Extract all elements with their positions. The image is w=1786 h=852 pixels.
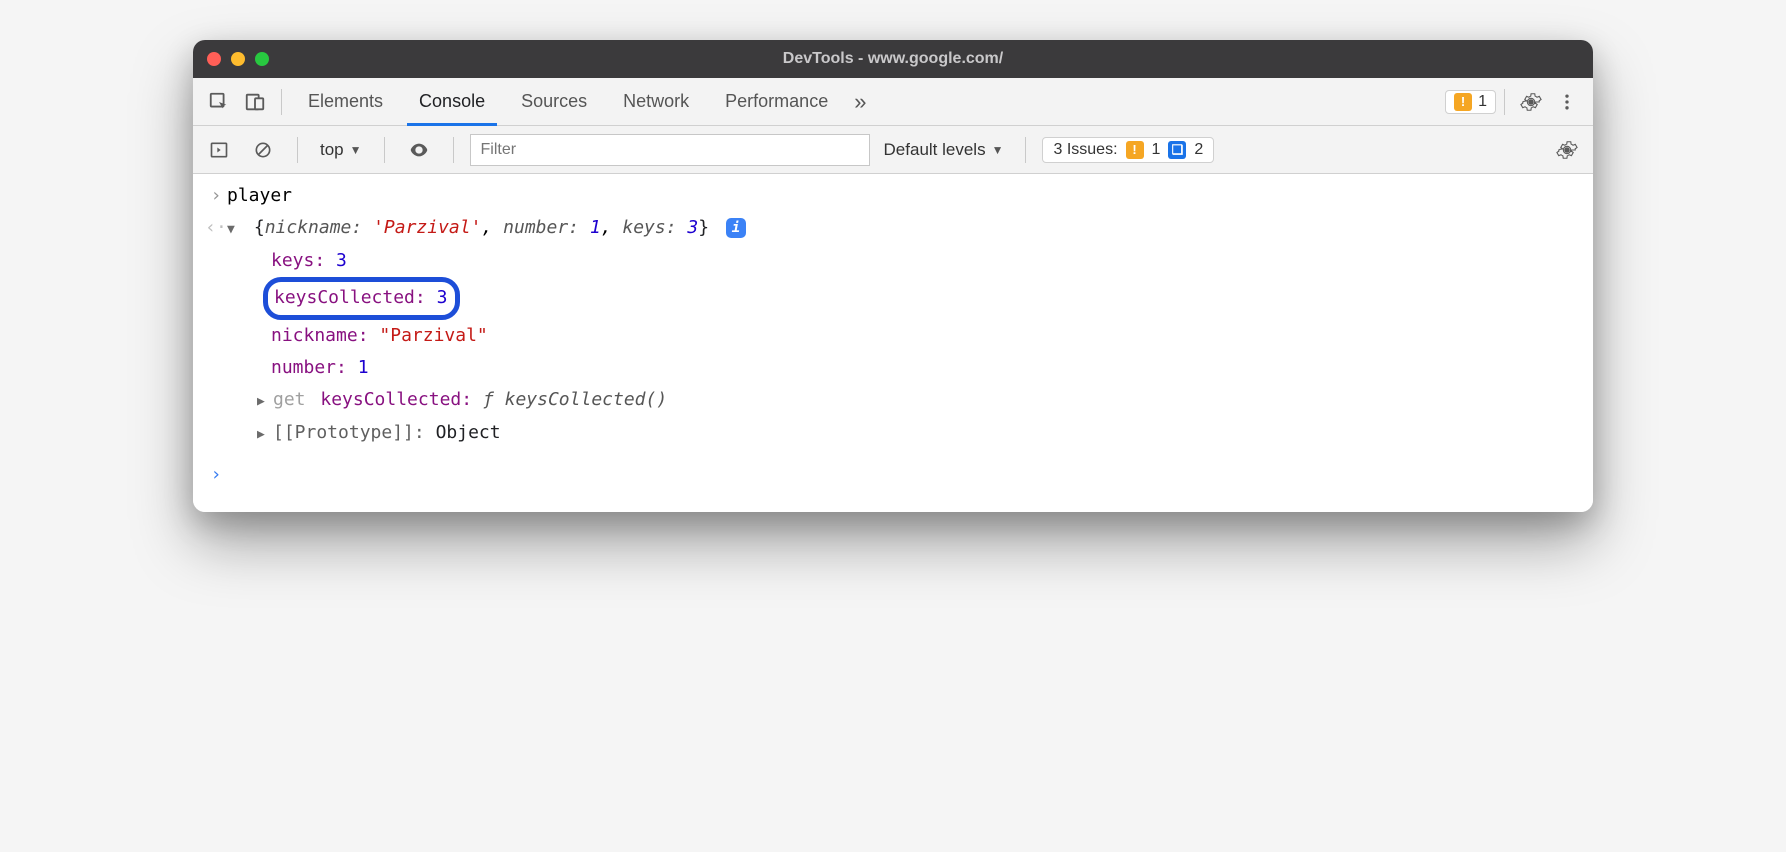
- divider: [1025, 137, 1026, 163]
- summary-value: 'Parzival': [373, 217, 481, 238]
- tab-sources[interactable]: Sources: [503, 78, 605, 125]
- summary-value: 3: [687, 217, 698, 238]
- prop-value: 1: [358, 357, 369, 378]
- object-getter[interactable]: get keysCollected: ƒ keysCollected(): [193, 384, 1593, 416]
- console-prompt-line[interactable]: ›: [193, 459, 1593, 491]
- divider: [297, 137, 298, 163]
- clear-console-icon[interactable]: [245, 132, 281, 168]
- inspect-icon[interactable]: [201, 84, 237, 120]
- info-icon: ❑: [1168, 141, 1186, 159]
- tab-network[interactable]: Network: [605, 78, 707, 125]
- proto-value: Object: [436, 422, 501, 443]
- tab-console[interactable]: Console: [401, 78, 503, 125]
- prop-value: "Parzival": [379, 325, 487, 346]
- console-settings-icon[interactable]: [1549, 132, 1585, 168]
- summary-key: number:: [503, 217, 579, 238]
- execution-context-select[interactable]: top ▼: [314, 140, 368, 160]
- object-prototype[interactable]: [[Prototype]]: Object: [193, 417, 1593, 449]
- prop-value: 3: [336, 250, 347, 271]
- object-property: nickname: "Parzival": [193, 320, 1593, 352]
- console-toolbar: top ▼ Default levels ▼ 3 Issues: ! 1 ❑ 2: [193, 126, 1593, 174]
- disclosure-icon[interactable]: [257, 423, 271, 437]
- divider: [1504, 89, 1505, 115]
- summary-value: 1: [590, 217, 601, 238]
- proto-key: [[Prototype]]: [273, 422, 414, 443]
- window-title: DevTools - www.google.com/: [193, 50, 1593, 68]
- input-marker-icon: ›: [205, 180, 227, 212]
- issues-info-count: 2: [1194, 141, 1203, 159]
- console-body: › player ‹· {nickname: 'Parzival', numbe…: [193, 174, 1593, 512]
- warning-count: 1: [1478, 93, 1487, 111]
- issues-button[interactable]: 3 Issues: ! 1 ❑ 2: [1042, 137, 1214, 163]
- settings-icon[interactable]: [1513, 84, 1549, 120]
- issues-label: 3 Issues:: [1053, 141, 1117, 159]
- prop-key: nickname: [271, 325, 358, 346]
- main-toolbar: Elements Console Sources Network Perform…: [193, 78, 1593, 126]
- window-titlebar: DevTools - www.google.com/: [193, 40, 1593, 78]
- live-expression-icon[interactable]: [401, 132, 437, 168]
- prompt-marker-icon: ›: [205, 459, 227, 491]
- disclosure-icon[interactable]: [257, 390, 271, 404]
- console-input-text: player: [227, 180, 1581, 212]
- warnings-badge[interactable]: ! 1: [1445, 90, 1496, 114]
- issues-warn-count: 1: [1152, 141, 1161, 159]
- highlight-annotation: keysCollected: 3: [263, 277, 460, 319]
- prop-key: keys: [271, 250, 314, 271]
- log-levels-select[interactable]: Default levels ▼: [878, 140, 1010, 160]
- getter-function: keysCollected(): [505, 389, 668, 410]
- context-label: top: [320, 140, 344, 160]
- disclosure-icon[interactable]: [227, 218, 241, 232]
- device-toolbar-icon[interactable]: [237, 84, 273, 120]
- kebab-menu-icon[interactable]: [1549, 84, 1585, 120]
- traffic-lights: [207, 52, 269, 66]
- dropdown-icon: ▼: [350, 143, 362, 157]
- more-tabs-icon[interactable]: »: [846, 89, 874, 115]
- minimize-icon[interactable]: [231, 52, 245, 66]
- summary-key: nickname:: [265, 217, 363, 238]
- filter-input[interactable]: [470, 134, 870, 166]
- tab-performance[interactable]: Performance: [707, 78, 846, 125]
- warning-icon: !: [1454, 93, 1472, 111]
- warning-icon: !: [1126, 141, 1144, 159]
- summary-key: keys:: [622, 217, 676, 238]
- tab-elements[interactable]: Elements: [290, 78, 401, 125]
- console-input-line: › player: [193, 180, 1593, 212]
- output-marker-icon: ‹·: [205, 212, 227, 244]
- object-property: number: 1: [193, 352, 1593, 384]
- levels-label: Default levels: [884, 140, 986, 160]
- prop-key: number: [271, 357, 336, 378]
- dropdown-icon: ▼: [992, 143, 1004, 157]
- divider: [453, 137, 454, 163]
- getter-name: keysCollected: [320, 389, 461, 410]
- console-output-line: ‹· {nickname: 'Parzival', number: 1, key…: [193, 212, 1593, 244]
- close-icon[interactable]: [207, 52, 221, 66]
- prop-key: keysCollected: [274, 287, 415, 308]
- prop-value: 3: [437, 287, 448, 308]
- object-property-highlighted: keysCollected: 3: [193, 277, 1593, 319]
- object-summary[interactable]: {nickname: 'Parzival', number: 1, keys: …: [227, 212, 1581, 244]
- devtools-window: DevTools - www.google.com/ Elements Cons…: [193, 40, 1593, 512]
- info-badge-icon[interactable]: i: [726, 218, 746, 238]
- maximize-icon[interactable]: [255, 52, 269, 66]
- toggle-sidebar-icon[interactable]: [201, 132, 237, 168]
- divider: [281, 89, 282, 115]
- getter-keyword: get: [273, 389, 306, 410]
- object-property: keys: 3: [193, 245, 1593, 277]
- divider: [384, 137, 385, 163]
